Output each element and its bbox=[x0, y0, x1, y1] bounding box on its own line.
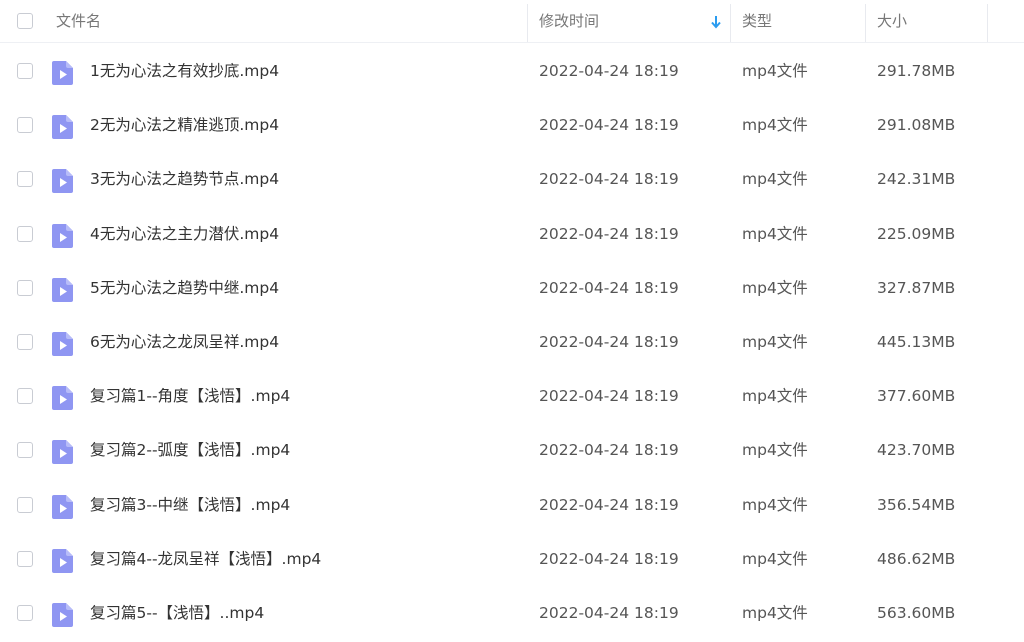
modified-time: 2022-04-24 18:19 bbox=[539, 62, 679, 80]
file-size: 327.87MB bbox=[877, 278, 956, 297]
modified-time: 2022-04-24 18:19 bbox=[539, 224, 679, 243]
row-checkbox[interactable] bbox=[17, 442, 33, 459]
video-file-icon bbox=[52, 115, 73, 140]
file-row[interactable]: 1无为心法之有效抄底.mp4 2022-04-24 18:19 mp4文件 291.7… bbox=[0, 44, 1024, 98]
video-file-icon bbox=[52, 440, 73, 465]
row-checkbox[interactable] bbox=[17, 63, 33, 79]
modified-time: 2022-04-24 18:19 bbox=[539, 495, 679, 514]
modified-time: 2022-04-24 18:19 bbox=[539, 549, 679, 568]
row-checkbox[interactable] bbox=[17, 279, 33, 296]
select-all-checkbox[interactable] bbox=[17, 13, 33, 29]
row-checkbox[interactable] bbox=[17, 496, 33, 513]
file-row[interactable]: 复习篇3--中继【浅悟】.mp4 2022-04-24 18:19 mp4文件 356… bbox=[0, 478, 1024, 532]
video-file-icon bbox=[52, 277, 73, 302]
video-file-icon bbox=[52, 332, 73, 356]
column-divider[interactable] bbox=[987, 4, 988, 42]
file-size: 242.31MB bbox=[877, 170, 956, 189]
file-type: mp4文件 bbox=[742, 170, 808, 189]
column-header-name[interactable]: 文件名 bbox=[56, 0, 101, 42]
file-size: 563.60MB bbox=[877, 604, 956, 622]
column-header-modified[interactable]: 修改时间 bbox=[539, 0, 599, 42]
modified-time: 2022-04-24 18:19 bbox=[539, 604, 679, 622]
video-file-icon bbox=[52, 386, 73, 411]
modified-time: 2022-04-24 18:19 bbox=[539, 116, 679, 135]
file-row[interactable]: 5无为心法之趋势中继.mp4 2022-04-24 18:19 mp4文件 327.8… bbox=[0, 261, 1024, 315]
modified-time: 2022-04-24 18:19 bbox=[539, 441, 679, 460]
row-checkbox[interactable] bbox=[17, 171, 33, 188]
column-header-size[interactable]: 大小 bbox=[877, 0, 907, 42]
file-name[interactable]: 4无为心法之主力潜伏.mp4 bbox=[90, 207, 279, 261]
video-file-icon bbox=[52, 223, 73, 248]
file-name[interactable]: 6无为心法之龙凤呈祥.mp4 bbox=[90, 315, 279, 369]
file-list: 文件名 修改时间 类型 大小 1无为心法之有效抄底.mp4 2022-04-24 … bbox=[0, 0, 1024, 642]
file-row[interactable]: 复习篇2--弧度【浅悟】.mp4 2022-04-24 18:19 mp4文件 423… bbox=[0, 423, 1024, 477]
file-name[interactable]: 5无为心法之趋势中继.mp4 bbox=[90, 261, 279, 315]
row-checkbox[interactable] bbox=[17, 117, 33, 134]
video-file-icon bbox=[52, 494, 73, 519]
row-checkbox[interactable] bbox=[17, 388, 33, 405]
file-type: mp4文件 bbox=[742, 62, 808, 80]
column-divider[interactable] bbox=[730, 4, 731, 42]
row-checkbox[interactable] bbox=[17, 225, 33, 242]
video-file-icon bbox=[52, 603, 73, 627]
modified-time: 2022-04-24 18:19 bbox=[539, 333, 679, 351]
file-size: 423.70MB bbox=[877, 441, 956, 460]
video-file-icon bbox=[52, 169, 73, 194]
file-row[interactable]: 2无为心法之精准逃顶.mp4 2022-04-24 18:19 mp4文件 291.0… bbox=[0, 98, 1024, 152]
column-divider[interactable] bbox=[865, 4, 866, 42]
file-size: 486.62MB bbox=[877, 549, 956, 568]
file-size: 291.78MB bbox=[877, 62, 956, 80]
file-name[interactable]: 3无为心法之趋势节点.mp4 bbox=[90, 152, 279, 206]
file-type: mp4文件 bbox=[742, 441, 808, 460]
row-checkbox[interactable] bbox=[17, 605, 33, 621]
file-name[interactable]: 2无为心法之精准逃顶.mp4 bbox=[90, 98, 279, 152]
file-name[interactable]: 复习篇2--弧度【浅悟】.mp4 bbox=[90, 423, 290, 477]
file-type: mp4文件 bbox=[742, 604, 808, 622]
file-size: 291.08MB bbox=[877, 116, 956, 135]
file-row[interactable]: 复习篇4--龙凤呈祥【浅悟】.mp4 2022-04-24 18:19 mp4文件 4… bbox=[0, 532, 1024, 586]
file-name[interactable]: 复习篇4--龙凤呈祥【浅悟】.mp4 bbox=[90, 532, 321, 586]
arrow-down-icon[interactable] bbox=[710, 15, 722, 29]
video-file-icon bbox=[52, 61, 73, 85]
video-file-icon bbox=[52, 548, 73, 573]
file-name[interactable]: 1无为心法之有效抄底.mp4 bbox=[90, 44, 279, 98]
file-type: mp4文件 bbox=[742, 387, 808, 406]
file-type: mp4文件 bbox=[742, 224, 808, 243]
modified-time: 2022-04-24 18:19 bbox=[539, 278, 679, 297]
file-type: mp4文件 bbox=[742, 116, 808, 135]
file-row[interactable]: 复习篇5--【浅悟】..mp4 2022-04-24 18:19 mp4文件 563.… bbox=[0, 586, 1024, 640]
file-type: mp4文件 bbox=[742, 495, 808, 514]
file-name[interactable]: 复习篇1--角度【浅悟】.mp4 bbox=[90, 369, 290, 423]
file-size: 356.54MB bbox=[877, 495, 956, 514]
file-row[interactable]: 4无为心法之主力潜伏.mp4 2022-04-24 18:19 mp4文件 225.0… bbox=[0, 207, 1024, 261]
file-size: 377.60MB bbox=[877, 387, 956, 406]
file-type: mp4文件 bbox=[742, 278, 808, 297]
row-checkbox[interactable] bbox=[17, 334, 33, 350]
file-type: mp4文件 bbox=[742, 549, 808, 568]
modified-time: 2022-04-24 18:19 bbox=[539, 387, 679, 406]
row-checkbox[interactable] bbox=[17, 550, 33, 567]
file-row[interactable]: 6无为心法之龙凤呈祥.mp4 2022-04-24 18:19 mp4文件 445.1… bbox=[0, 315, 1024, 369]
file-size: 445.13MB bbox=[877, 333, 956, 351]
file-type: mp4文件 bbox=[742, 333, 808, 351]
column-header-type[interactable]: 类型 bbox=[742, 0, 772, 42]
file-row[interactable]: 复习篇1--角度【浅悟】.mp4 2022-04-24 18:19 mp4文件 377… bbox=[0, 369, 1024, 423]
file-size: 225.09MB bbox=[877, 224, 956, 243]
column-divider[interactable] bbox=[527, 4, 528, 42]
modified-time: 2022-04-24 18:19 bbox=[539, 170, 679, 189]
file-name[interactable]: 复习篇3--中继【浅悟】.mp4 bbox=[90, 478, 290, 532]
file-name[interactable]: 复习篇5--【浅悟】..mp4 bbox=[90, 586, 264, 640]
list-header: 文件名 修改时间 类型 大小 bbox=[0, 0, 1024, 43]
file-row[interactable]: 3无为心法之趋势节点.mp4 2022-04-24 18:19 mp4文件 242.3… bbox=[0, 152, 1024, 206]
